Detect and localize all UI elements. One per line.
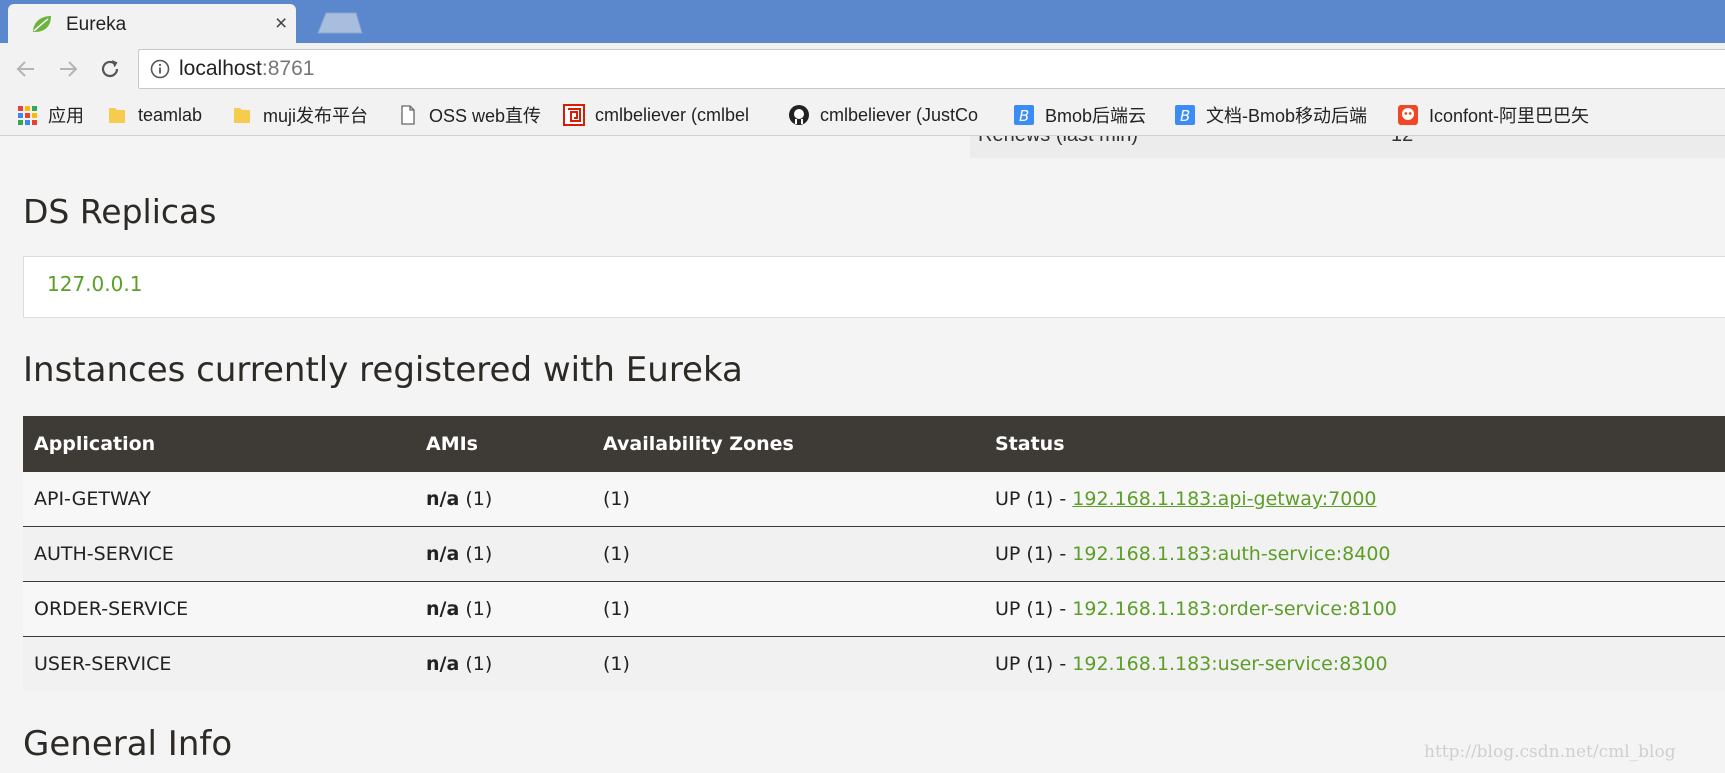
column-header-zones: Availability Zones	[592, 416, 984, 472]
instance-link[interactable]: 192.168.1.183:api-getway:7000	[1072, 488, 1376, 510]
amis-count: (1)	[465, 598, 493, 620]
bookmark-label: Bmob后端云	[1045, 106, 1147, 126]
table-header-row: Application AMIs Availability Zones Stat…	[23, 416, 1725, 472]
ds-replicas-list: 127.0.0.1	[23, 256, 1725, 318]
instance-link[interactable]: 192.168.1.183:user-service:8300	[1072, 653, 1387, 675]
bookmark-teamlab[interactable]: teamlab	[106, 101, 202, 129]
renews-label: Renews (last min)	[978, 136, 1138, 147]
bookmark-label: teamlab	[138, 104, 203, 125]
bookmark-label: muji发布平台	[263, 106, 369, 126]
bookmarks-bar: 应用 teamlab muji发布平台 OSS web直传 cmlbelieve…	[0, 95, 1725, 136]
bookmark-label: 应用	[48, 106, 84, 126]
table-row: USER-SERVICE n/a (1) (1) UP (1) - 192.16…	[23, 636, 1725, 691]
status-cell: UP (1) - 192.168.1.183:user-service:8300	[984, 636, 1725, 691]
amis-cell: n/a (1)	[415, 472, 592, 527]
renews-row: Renews (last min) 12	[970, 136, 1725, 158]
reload-icon[interactable]	[98, 57, 122, 81]
status-cell: UP (1) - 192.168.1.183:api-getway:7000	[984, 472, 1725, 527]
zones-cell: (1)	[592, 581, 984, 637]
application-cell: API-GETWAY	[23, 472, 415, 527]
zones-cell: (1)	[592, 526, 984, 582]
ds-replicas-heading: DS Replicas	[23, 192, 217, 231]
bookmark-label: cmlbeliever (cmlbel	[595, 104, 750, 125]
browser-tab[interactable]: Eureka ×	[8, 4, 296, 43]
amis-label: n/a	[426, 598, 460, 620]
instances-heading: Instances currently registered with Eure…	[23, 350, 743, 390]
svg-text:B: B	[1019, 107, 1029, 125]
url-host: localhost	[179, 57, 262, 80]
bookmark-label: Iconfont-阿里巴巴矢	[1429, 106, 1590, 126]
back-arrow-icon[interactable]	[14, 57, 38, 81]
amis-label: n/a	[426, 488, 460, 510]
bookmark-oss[interactable]: OSS web直传	[397, 101, 541, 129]
spring-leaf-icon	[33, 16, 51, 32]
info-icon[interactable]	[150, 59, 170, 79]
page-icon	[401, 105, 415, 125]
amis-count: (1)	[465, 653, 493, 675]
column-header-status: Status	[984, 416, 1725, 472]
zones-cell: (1)	[592, 636, 984, 691]
application-cell: AUTH-SERVICE	[23, 526, 415, 582]
status-text: UP (1) -	[995, 488, 1073, 510]
amis-count: (1)	[465, 488, 493, 510]
application-cell: ORDER-SERVICE	[23, 581, 415, 637]
bookmark-label: cmlbeliever (JustCo	[820, 104, 979, 125]
bookmark-label: OSS web直传	[429, 106, 542, 126]
url-port: :8761	[261, 57, 315, 80]
status-text: UP (1) -	[995, 598, 1073, 620]
cnblogs-icon	[563, 104, 585, 126]
folder-icon	[234, 108, 250, 123]
instance-link[interactable]: 192.168.1.183:auth-service:8400	[1072, 543, 1390, 565]
amis-count: (1)	[465, 543, 493, 565]
status-text: UP (1) -	[995, 543, 1073, 565]
status-text: UP (1) -	[995, 653, 1073, 675]
bookmark-muji[interactable]: muji发布平台	[231, 101, 368, 129]
amis-label: n/a	[426, 543, 460, 565]
table-row: API-GETWAY n/a (1) (1) UP (1) - 192.168.…	[23, 472, 1725, 527]
bmob-icon: B	[1014, 105, 1034, 125]
zones-cell: (1)	[592, 472, 984, 527]
table-row: ORDER-SERVICE n/a (1) (1) UP (1) - 192.1…	[23, 581, 1725, 637]
new-tab-button[interactable]	[316, 12, 364, 34]
apps-grid-icon	[18, 106, 37, 125]
bmob-icon: B	[1175, 105, 1195, 125]
status-cell: UP (1) - 192.168.1.183:auth-service:8400	[984, 526, 1725, 582]
page-content: Renews (last min) 12 DS Replicas 127.0.0…	[0, 136, 1725, 773]
bookmark-iconfont[interactable]: Iconfont-阿里巴巴矢	[1397, 101, 1607, 129]
bookmark-apps[interactable]: 应用	[16, 101, 84, 129]
bookmark-cnblogs[interactable]: cmlbeliever (cmlbel	[563, 101, 768, 129]
url-text: localhost:8761	[179, 57, 314, 81]
column-header-application: Application	[23, 416, 415, 472]
bookmark-bmob-docs[interactable]: B 文档-Bmob移动后端	[1174, 101, 1379, 129]
instances-table: Application AMIs Availability Zones Stat…	[23, 416, 1725, 691]
renews-value: 12	[1391, 136, 1413, 147]
bookmark-bmob[interactable]: B Bmob后端云	[1013, 101, 1146, 129]
amis-cell: n/a (1)	[415, 636, 592, 691]
browser-titlebar: Eureka ×	[0, 0, 1725, 43]
tab-title: Eureka	[66, 14, 127, 35]
application-cell: USER-SERVICE	[23, 636, 415, 691]
tab-close-button[interactable]: ×	[275, 12, 287, 36]
folder-icon	[109, 108, 125, 123]
github-icon	[789, 105, 809, 125]
forward-arrow-icon[interactable]	[56, 57, 80, 81]
svg-text:B: B	[1180, 107, 1190, 125]
instance-link[interactable]: 192.168.1.183:order-service:8100	[1072, 598, 1397, 620]
status-cell: UP (1) - 192.168.1.183:order-service:810…	[984, 581, 1725, 637]
address-bar[interactable]: localhost:8761	[138, 49, 1725, 89]
bookmark-label: 文档-Bmob移动后端	[1206, 106, 1368, 126]
column-header-amis: AMIs	[415, 416, 592, 472]
amis-cell: n/a (1)	[415, 581, 592, 637]
browser-toolbar: localhost:8761	[0, 43, 1725, 95]
replica-link[interactable]: 127.0.0.1	[47, 272, 142, 296]
watermark: http://blog.csdn.net/cml_blog	[1424, 742, 1676, 762]
amis-cell: n/a (1)	[415, 526, 592, 582]
bookmark-github[interactable]: cmlbeliever (JustCo	[788, 101, 993, 129]
table-row: AUTH-SERVICE n/a (1) (1) UP (1) - 192.16…	[23, 526, 1725, 582]
amis-label: n/a	[426, 653, 460, 675]
general-info-heading: General Info	[23, 724, 233, 764]
iconfont-icon	[1398, 105, 1418, 125]
